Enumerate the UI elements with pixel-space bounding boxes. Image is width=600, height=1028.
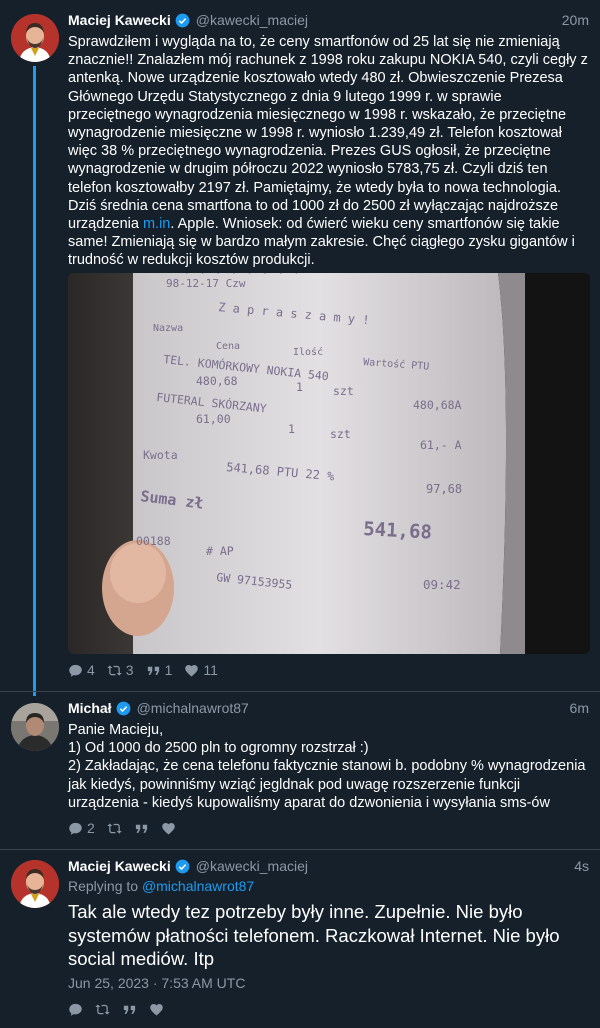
like-button[interactable]: 11 [184,662,218,678]
quote-count: 1 [164,662,173,678]
reply-icon [69,822,82,835]
retweet-icon [95,1003,110,1015]
like-button[interactable] [149,1002,164,1017]
receipt-item2-value: 61,- A [420,438,462,452]
tweet-actions [68,999,164,1019]
receipt-footer-time: 09:42 [423,577,461,592]
tweet-1[interactable]: Maciej Kawecki @kawecki_maciej 20m Spraw… [0,0,600,696]
verified-icon [116,701,130,715]
replying-to-link[interactable]: @michalnawrot87 [142,878,254,894]
heart-icon [185,664,199,676]
receipt-item1-qty: 1 [296,380,303,394]
receipt-col-nazwa: Nazwa [153,323,183,334]
avatar[interactable] [11,860,59,908]
reply-icon [69,664,82,677]
timestamp[interactable]: 20m [562,12,589,28]
avatar[interactable] [11,703,59,751]
receipt-col-ilosc: Ilość [293,346,323,358]
quote-icon [147,666,159,675]
heart-icon [162,822,175,834]
quote-icon [135,824,147,833]
reply-button[interactable]: 4 [68,662,95,678]
quote-button[interactable]: 1 [146,662,173,678]
like-count: 11 [203,662,218,678]
tweet-actions: 2 [68,818,176,838]
receipt-suma-value: 541,68 [363,518,433,544]
receipt-item1-unit: szt [333,384,354,398]
display-name[interactable]: Maciej Kawecki [68,858,171,874]
receipt-image: · · · · · · · · 98-12-17 Czw Z a p r a s… [68,273,590,654]
like-button[interactable] [161,821,176,836]
inline-link[interactable]: m.in [143,216,170,232]
receipt-item2-price: 61,00 [196,412,231,426]
receipt-kwota-label: Kwota [143,448,178,462]
reply-button[interactable] [68,1002,83,1017]
receipt-date: 98-12-17 Czw [166,277,246,290]
display-name[interactable]: Maciej Kawecki [68,12,171,28]
retweet-count: 3 [125,662,134,678]
tweet-text-part: Sprawdziłem i wygląda na to, że ceny sma… [68,34,588,233]
replying-to: Replying to @michalnawrot87 [68,878,254,894]
retweet-icon [107,822,122,834]
receipt-item1-value: 480,68A [413,398,462,412]
tweet-text: Sprawdziłem i wygląda na to, że ceny sma… [68,33,588,270]
retweet-button[interactable] [107,821,122,836]
receipt-item1-price: 480,68 [196,374,238,388]
tweet-line: 1) Od 1000 do 2500 pln to ogromny rozstr… [68,740,369,757]
retweet-button[interactable] [95,1002,110,1017]
tweet-header: Michał @michalnawrot87 6m [68,698,589,718]
tweet-text: Panie Macieju, 1) Od 1000 do 2500 pln to… [68,721,588,812]
username[interactable]: @michalnawrot87 [137,700,249,716]
tweet-date[interactable]: Jun 25, 2023 · 7:53 AM UTC [68,975,245,991]
username[interactable]: @kawecki_maciej [196,12,308,28]
receipt-kwota-tax: 97,68 [426,482,462,496]
receipt-item2-unit: szt [330,427,351,441]
thread-line [33,66,36,696]
tweet-header: Maciej Kawecki @kawecki_maciej 20m [68,10,589,30]
retweet-button[interactable]: 3 [107,662,134,678]
tweet-text: Tak ale wtedy tez potrzeby były inne. Zu… [68,901,560,969]
replying-to-prefix: Replying to [68,878,142,894]
reply-count: 2 [87,820,95,836]
tweet-3[interactable]: Maciej Kawecki @kawecki_maciej 4s Replyi… [0,850,600,1028]
username[interactable]: @kawecki_maciej [196,858,308,874]
receipt-item2-qty: 1 [288,422,295,436]
heart-icon [150,1003,163,1015]
retweet-icon [107,664,122,676]
quote-icon [123,1005,136,1014]
verified-icon [175,859,190,873]
receipt-footer-code: 00188 [136,534,171,548]
verified-icon [175,13,190,27]
tweet-2[interactable]: Michał @michalnawrot87 6m Panie Macieju,… [0,692,600,848]
timestamp[interactable]: 4s [574,858,589,874]
reply-button[interactable]: 2 [68,820,95,836]
tweet-header: Maciej Kawecki @kawecki_maciej 4s [68,856,589,876]
tweet-actions: 4 3 1 11 [68,660,218,680]
tweet-line: 2) Zakładając, że cena telefonu faktyczn… [68,758,586,811]
quote-button[interactable] [134,821,149,836]
receipt-col-cena: Cena [216,341,240,352]
avatar[interactable] [11,14,59,62]
quote-button[interactable] [122,1002,137,1017]
receipt-footer-ap: # AP [206,544,234,558]
tweet-line: Panie Macieju, [68,722,164,738]
reply-icon [69,1003,82,1016]
timestamp[interactable]: 6m [570,700,589,716]
display-name[interactable]: Michał [68,700,112,716]
receipt-photo[interactable]: · · · · · · · · 98-12-17 Czw Z a p r a s… [68,273,590,654]
reply-count: 4 [87,662,95,678]
